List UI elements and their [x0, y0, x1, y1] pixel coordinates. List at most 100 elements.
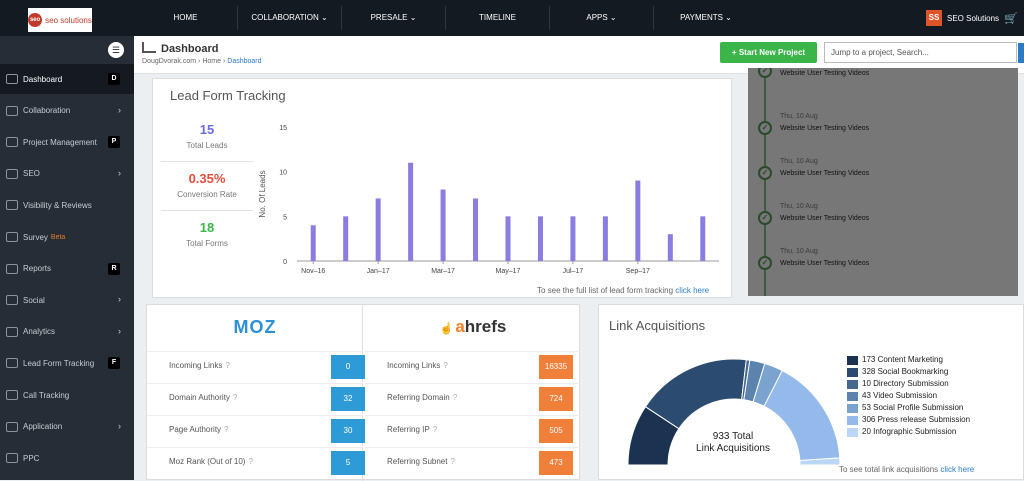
- moz-row-moz-rank-out-of-10: Moz Rank (Out of 10)? 5: [147, 447, 365, 477]
- breadcrumb-home[interactable]: Home: [202, 58, 221, 65]
- help-icon[interactable]: ?: [225, 361, 229, 370]
- bar[interactable]: [667, 234, 673, 261]
- check-circle-icon: ✓: [758, 256, 772, 270]
- bar[interactable]: [440, 189, 446, 261]
- kpi-total-forms: 18 Total Forms: [161, 211, 253, 260]
- timeline-text: Website User Testing Videos: [780, 260, 870, 267]
- y-axis-label: No. Of Leads: [258, 170, 267, 217]
- timeline-item[interactable]: ✓ Thu, 10 Aug Website User Testing Videos: [748, 111, 1018, 161]
- legend-item[interactable]: 53 Social Profile Submission: [847, 403, 970, 415]
- pointer-hand-icon: ☝: [439, 323, 454, 335]
- help-icon[interactable]: ?: [443, 361, 447, 370]
- bar[interactable]: [602, 216, 608, 261]
- legend-item[interactable]: 328 Social Bookmarking: [847, 367, 970, 379]
- legend-swatch: [847, 380, 858, 389]
- sidebar-item-label: Dashboard: [23, 74, 63, 84]
- ppc-icon: [6, 453, 18, 464]
- jump-search-input[interactable]: [824, 42, 1017, 63]
- help-icon[interactable]: ?: [453, 393, 457, 402]
- timeline-item[interactable]: ✓ Thu, 10 Aug Website User Testing Videos: [748, 156, 1018, 206]
- lead-click-here-link[interactable]: click here: [675, 286, 709, 295]
- nav-apps[interactable]: APPS ⌄: [550, 6, 654, 30]
- nav-payments[interactable]: PAYMENTS ⌄: [654, 6, 758, 30]
- bar[interactable]: [635, 180, 641, 261]
- bar[interactable]: [343, 216, 349, 261]
- sidebar-item-social[interactable]: Social ›: [0, 285, 134, 315]
- legend-item[interactable]: 173 Content Marketing: [847, 355, 970, 367]
- cart-icon[interactable]: 🛒: [1004, 12, 1018, 25]
- check-circle-icon: ✓: [758, 121, 772, 135]
- bar[interactable]: [310, 225, 316, 261]
- legend-item[interactable]: 20 Infographic Submission: [847, 427, 970, 439]
- menu-toggle-icon[interactable]: ☰: [108, 42, 124, 58]
- y-tick-label: 0: [283, 259, 287, 266]
- timeline-item[interactable]: ✓ Thu, 10 Aug Website User Testing Videos: [748, 201, 1018, 251]
- nav-timeline[interactable]: TIMELINE: [446, 6, 550, 30]
- help-icon[interactable]: ?: [248, 457, 252, 466]
- bar[interactable]: [375, 198, 381, 261]
- help-icon[interactable]: ?: [224, 425, 228, 434]
- metric-value: 724: [539, 387, 573, 411]
- help-icon[interactable]: ?: [433, 425, 437, 434]
- sidebar-item-survey[interactable]: Survey Beta: [0, 222, 134, 252]
- bar[interactable]: [473, 198, 479, 261]
- nav-home[interactable]: HOME: [134, 6, 238, 30]
- sidebar-item-call-tracking[interactable]: Call Tracking: [0, 380, 134, 410]
- sidebar-item-reports[interactable]: Reports R: [0, 254, 134, 284]
- timeline-item[interactable]: ✓ Thu, 10 Aug Website User Testing Videos: [748, 246, 1018, 296]
- bar[interactable]: [505, 216, 511, 261]
- beta-label: Beta: [50, 233, 66, 241]
- legend-item[interactable]: 10 Directory Submission: [847, 379, 970, 391]
- sidebar-item-project-management[interactable]: Project Management P: [0, 127, 134, 157]
- start-new-project-button[interactable]: + Start New Project: [720, 42, 817, 63]
- moz-metrics: MOZ Incoming Links? 0 Domain Authority? 32 P…: [147, 305, 365, 481]
- sidebar-item-seo[interactable]: SEO ›: [0, 159, 134, 189]
- sidebar-item-visibility-reviews[interactable]: Visibility & Reviews: [0, 190, 134, 220]
- legend-item[interactable]: 306 Press release Submission: [847, 415, 970, 427]
- metric-value: 505: [539, 419, 573, 443]
- legend-item[interactable]: 43 Video Submission: [847, 391, 970, 403]
- app-logo[interactable]: seo seo solutions: [28, 8, 92, 32]
- nav-collaboration[interactable]: COLLABORATION ⌄: [238, 6, 342, 30]
- sidebar-item-label: Lead Form Tracking: [23, 358, 95, 368]
- breadcrumb-separator: ›: [222, 58, 226, 65]
- moz-row-domain-authority: Domain Authority? 32: [147, 383, 365, 413]
- main-nav: HOME COLLABORATION ⌄ PRESALE ⌄ TIMELINE …: [134, 6, 758, 30]
- search-submit-button[interactable]: [1018, 43, 1024, 63]
- chart-note-text: To see the full list of lead form tracki…: [537, 286, 674, 295]
- breadcrumb-site[interactable]: DougDvorak.com: [142, 58, 196, 65]
- bar[interactable]: [570, 216, 576, 261]
- sidebar-item-ppc[interactable]: PPC: [0, 443, 134, 473]
- sidebar-item-analytics[interactable]: Analytics ›: [0, 317, 134, 347]
- sidebar-item-label: PPC: [23, 453, 40, 463]
- seo-metrics-panel: MOZ Incoming Links? 0 Domain Authority? 32 P…: [146, 304, 581, 481]
- kpi-value: 0.35%: [188, 171, 226, 186]
- metric-label-text: Referring IP: [387, 425, 430, 434]
- sidebar-item-label: Reports: [23, 264, 52, 274]
- sidebar-item-collaboration[interactable]: Collaboration ›: [0, 96, 134, 126]
- timeline-text: Website User Testing Videos: [780, 170, 870, 177]
- bar[interactable]: [537, 216, 543, 261]
- sidebar-item-application[interactable]: Application ›: [0, 412, 134, 442]
- chevron-right-icon: ›: [118, 104, 121, 115]
- sidebar-item-label: Analytics: [23, 327, 56, 337]
- sidebar-item-dashboard[interactable]: Dashboard D: [0, 64, 134, 94]
- survey-icon: [6, 232, 18, 242]
- kpi-value: 15: [199, 122, 215, 137]
- help-icon[interactable]: ?: [450, 457, 454, 466]
- logo-text: seo solutions: [45, 15, 92, 25]
- kpi-label: Total Leads: [186, 141, 228, 150]
- bar[interactable]: [408, 162, 414, 261]
- nav-presale[interactable]: PRESALE ⌄: [342, 6, 446, 30]
- legend-label: 43 Video Submission: [862, 391, 938, 400]
- account-menu[interactable]: SS SEO Solutions: [926, 10, 999, 26]
- links-click-here-link[interactable]: click here: [940, 465, 974, 474]
- legend-swatch: [847, 368, 858, 377]
- timeline-item[interactable]: ✓ Website User Testing Videos: [748, 68, 1018, 116]
- y-tick-label: 15: [279, 125, 287, 132]
- kpi-total-leads: 15 Total Leads: [161, 113, 253, 162]
- help-icon[interactable]: ?: [233, 393, 237, 402]
- timeline-text: Website User Testing Videos: [780, 215, 870, 222]
- bar[interactable]: [700, 216, 706, 261]
- sidebar-item-lead-form-tracking[interactable]: Lead Form Tracking F: [0, 348, 134, 378]
